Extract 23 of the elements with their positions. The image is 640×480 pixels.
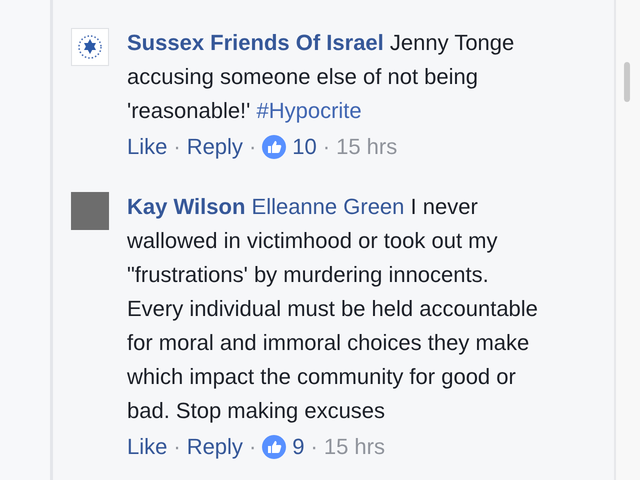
author-link[interactable]: Kay Wilson (127, 194, 246, 219)
like-link[interactable]: Like (127, 130, 168, 164)
separator-dot: · (310, 433, 318, 461)
hashtag-link[interactable]: #Hypocrite (256, 98, 362, 123)
separator-dot: · (173, 133, 181, 161)
page-logo-avatar[interactable] (71, 28, 109, 66)
separator-dot: · (173, 433, 181, 461)
thumbs-up-icon (262, 435, 286, 459)
author-link[interactable]: Sussex Friends Of Israel (127, 30, 384, 55)
thumbs-up-icon (262, 135, 286, 159)
reaction-count[interactable]: 10 (292, 130, 317, 164)
separator-dot: · (248, 133, 256, 161)
separator-dot: · (248, 433, 256, 461)
reaction-count[interactable]: 9 (292, 430, 305, 464)
reply-link[interactable]: Reply (186, 430, 243, 464)
reply-link[interactable]: Reply (186, 130, 243, 164)
comment-text: Sussex Friends Of Israel Jenny Tonge accusing someone else of not being 'reasonable!' #Hypocrite (127, 29, 516, 125)
separator-dot: · (322, 133, 330, 161)
like-link[interactable]: Like (127, 430, 168, 464)
photo-placeholder[interactable] (71, 192, 109, 230)
scrollbar[interactable] (624, 62, 630, 102)
comment-text: Kay Wilson Elleanne Green I never wallowed in victimhood or took out my "frustrations' by murdering innocents. Every individual must be held accountable for moral and immoral choices they make which impact the community for good or bad. Stop making excuses (127, 193, 539, 425)
mention-link[interactable]: Elleanne Green (252, 194, 404, 219)
